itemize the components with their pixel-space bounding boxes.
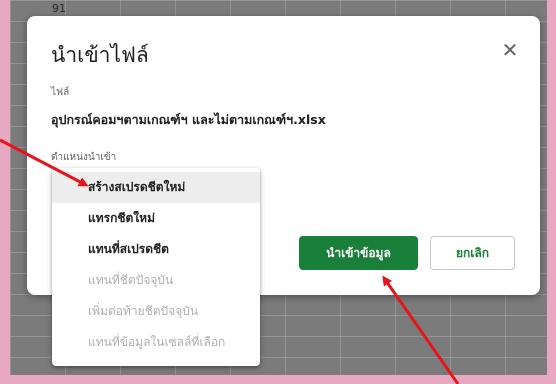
import-data-button[interactable]: นำเข้าข้อมูล bbox=[299, 236, 418, 270]
menu-item-replace-spreadsheet[interactable]: แทนที่สเปรดชีต bbox=[52, 234, 260, 265]
menu-item-replace-current-sheet: แทนที่ชีตปัจจุบัน bbox=[88, 273, 174, 287]
file-label: ไฟล์ bbox=[51, 87, 70, 98]
import-location-label: ตำแหน่งนำเข้า bbox=[51, 152, 117, 163]
row-number: 91 bbox=[52, 2, 66, 15]
close-icon[interactable]: ✕ bbox=[500, 40, 520, 60]
menu-item-insert-new-sheet[interactable]: แทรกชีตใหม่ bbox=[52, 203, 260, 234]
cancel-button[interactable]: ยกเลิก bbox=[430, 236, 515, 270]
menu-item-replace-selected-cells: แทนที่ข้อมูลในเซลล์ที่เลือก bbox=[88, 335, 226, 349]
menu-item-append-current-sheet: เพิ่มต่อท้ายชีตปัจจุบัน bbox=[88, 304, 199, 318]
import-location-dropdown: สร้างสเปรดชีตใหม่ แทรกชีตใหม่ แทนที่สเปร… bbox=[52, 168, 260, 366]
dialog-title: นำเข้าไฟล์ bbox=[51, 43, 149, 67]
menu-item-create-new-spreadsheet[interactable]: สร้างสเปรดชีตใหม่ bbox=[52, 172, 260, 203]
file-name: อุปกรณ์คอมฯตามเกณฑ์ฯ และไม่ตามเกณฑ์ฯ.xls… bbox=[51, 112, 326, 127]
